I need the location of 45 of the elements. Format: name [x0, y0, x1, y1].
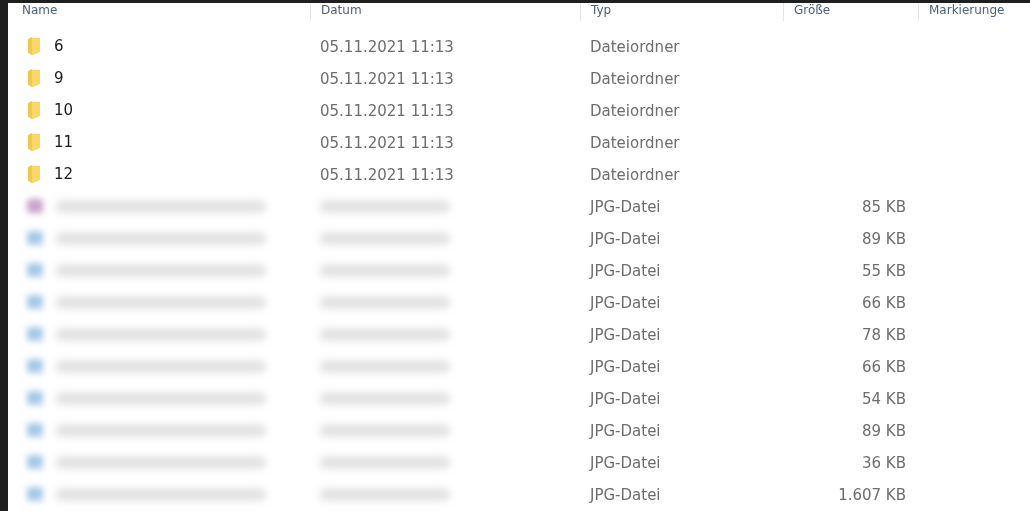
- date-modified: 05.11.2021 11:13: [320, 101, 454, 120]
- column-header[interactable]: Name: [8, 3, 310, 21]
- file-size: 78 KB: [862, 325, 906, 344]
- folder-icon: [27, 133, 41, 151]
- column-header[interactable]: Markierunge: [918, 3, 1030, 21]
- file-size: 55 KB: [862, 261, 906, 280]
- file-type: JPG-Datei: [590, 229, 661, 248]
- file-size: 36 KB: [862, 453, 906, 472]
- column-header[interactable]: Größe: [783, 3, 918, 21]
- date-modified: 05.11.2021 11:13: [320, 37, 454, 56]
- file-size: 85 KB: [862, 197, 906, 216]
- file-size: 54 KB: [862, 389, 906, 408]
- file-type: JPG-Datei: [590, 261, 661, 280]
- file-type: Dateiordner: [590, 133, 680, 152]
- file-type: JPG-Datei: [590, 197, 661, 216]
- date-modified: 05.11.2021 11:13: [320, 69, 454, 88]
- file-type: JPG-Datei: [590, 357, 661, 376]
- folder-name[interactable]: 10: [54, 101, 74, 119]
- file-type: Dateiordner: [590, 101, 680, 120]
- file-type: JPG-Datei: [590, 389, 661, 408]
- folder-name[interactable]: 11: [54, 133, 74, 151]
- column-header[interactable]: Datum: [310, 3, 580, 21]
- file-size: 66 KB: [862, 293, 906, 312]
- folder-name[interactable]: 9: [54, 69, 64, 87]
- folder-name[interactable]: 6: [54, 37, 64, 55]
- folder-icon: [27, 165, 41, 183]
- folder-icon: [27, 101, 41, 119]
- file-type: JPG-Datei: [590, 421, 661, 440]
- date-modified: 05.11.2021 11:13: [320, 165, 454, 184]
- date-modified: 05.11.2021 11:13: [320, 133, 454, 152]
- file-type: Dateiordner: [590, 165, 680, 184]
- file-type: JPG-Datei: [590, 485, 661, 504]
- folder-icon: [27, 69, 41, 87]
- file-type: JPG-Datei: [590, 293, 661, 312]
- column-header[interactable]: Typ: [580, 3, 783, 21]
- file-type: JPG-Datei: [590, 325, 661, 344]
- folder-icon: [27, 37, 41, 55]
- file-size: 1.607 KB: [838, 485, 906, 504]
- file-type: Dateiordner: [590, 37, 680, 56]
- folder-name[interactable]: 12: [54, 165, 74, 183]
- file-size: 66 KB: [862, 357, 906, 376]
- file-size: 89 KB: [862, 229, 906, 248]
- file-type: JPG-Datei: [590, 453, 661, 472]
- file-type: Dateiordner: [590, 69, 680, 88]
- file-size: 89 KB: [862, 421, 906, 440]
